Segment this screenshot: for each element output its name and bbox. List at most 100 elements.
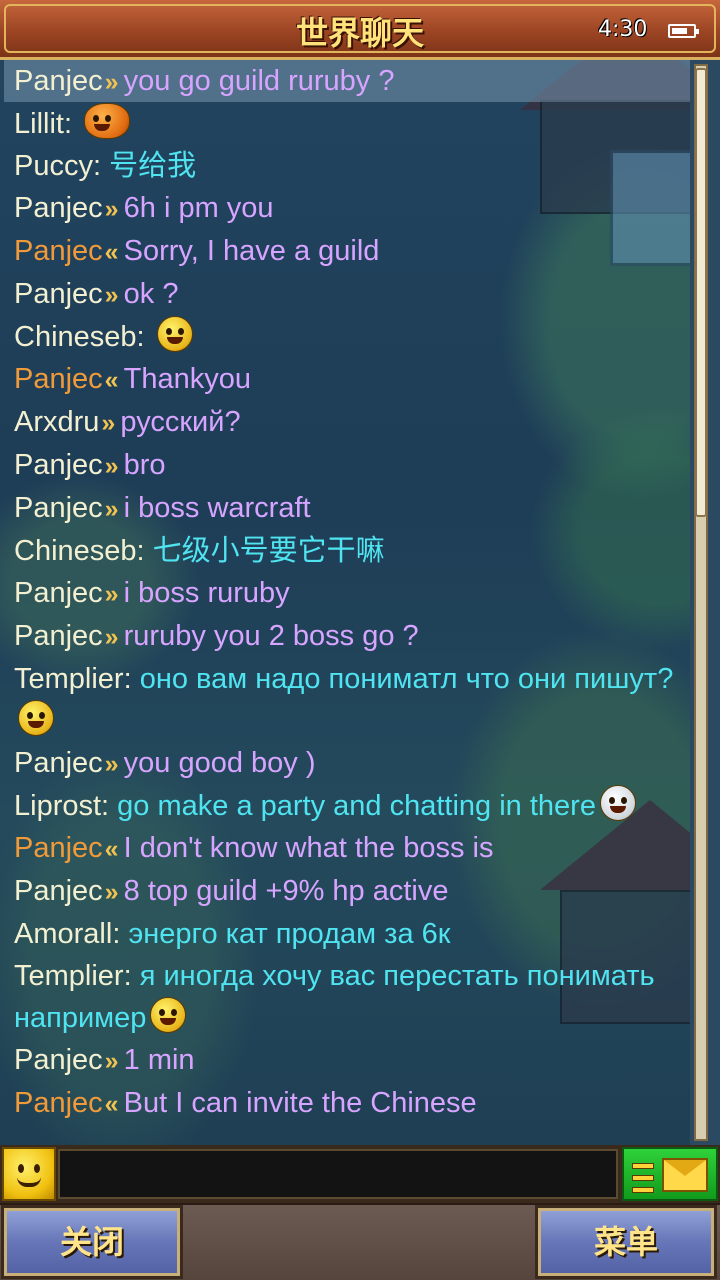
emoji-eye [177, 328, 184, 335]
name-separator: : [101, 790, 118, 822]
sender-name[interactable]: Templier [14, 663, 124, 695]
sender-name[interactable]: Chineseb [14, 535, 137, 567]
outgoing-whisper-icon: » [104, 623, 119, 651]
sender-name[interactable]: Panjec [14, 747, 103, 779]
sender-name[interactable]: Amorall [14, 918, 112, 950]
menu-button[interactable]: 菜单 [535, 1205, 717, 1279]
speed-lines-icon [632, 1163, 654, 1199]
chat-message[interactable]: Panjec» bro [14, 444, 684, 487]
name-separator: : [123, 663, 140, 695]
sender-name[interactable]: Panjec [14, 832, 103, 864]
chat-message[interactable]: Panjec» 1 min [14, 1039, 684, 1082]
chat-message[interactable]: Chineseb: 七级小号要它干嘛 [14, 530, 684, 572]
name-separator: : [92, 150, 110, 182]
sender-name[interactable]: Templier [14, 960, 124, 992]
message-text: Sorry, I have a guild [123, 235, 380, 267]
battery-level [672, 28, 687, 34]
chat-message[interactable]: Panjec» 8 top guild +9% hp active [14, 870, 684, 913]
sender-name[interactable]: Panjec [14, 65, 103, 97]
emoji-mouth [160, 1018, 177, 1025]
sender-name[interactable]: Panjec [14, 1044, 103, 1076]
outgoing-whisper-icon: » [104, 750, 119, 778]
sender-name[interactable]: Panjec [14, 449, 103, 481]
envelope-icon [662, 1158, 708, 1192]
chat-message[interactable]: Panjec» you good boy ) [14, 742, 684, 785]
outgoing-whisper-icon: » [101, 409, 115, 437]
smiley-eye [34, 1164, 40, 1173]
sender-name[interactable]: Panjec [14, 875, 103, 907]
name-separator: : [136, 321, 153, 353]
outgoing-whisper-icon: » [104, 195, 119, 223]
sender-name[interactable]: Panjec [14, 1087, 103, 1119]
message-list: Panjec» you go guild ruruby ? Lillit: Puc… [14, 60, 684, 1125]
emoji-picker-button[interactable] [2, 1147, 56, 1201]
chat-message[interactable]: Panjec» you go guild ruruby ? [14, 60, 684, 103]
battery-icon [668, 24, 699, 38]
chat-message[interactable]: Panjec« Sorry, I have a guild [14, 230, 684, 273]
scroll-thumb[interactable] [695, 68, 707, 517]
incoming-whisper-icon: « [104, 238, 119, 266]
laughing-emoji [150, 997, 187, 1033]
title-bar: 世界聊天 4:30 [0, 0, 720, 60]
chat-message[interactable]: Arxdru» русский? [14, 401, 684, 444]
message-text: 6h i pm you [123, 192, 274, 224]
chat-message[interactable]: Liprost: go make a party and chatting in… [14, 785, 684, 827]
emoji-mouth [28, 721, 44, 728]
emoji-mouth [166, 337, 183, 344]
emoji-eye [105, 115, 112, 122]
chat-message[interactable]: Chineseb: [14, 316, 684, 358]
name-separator: : [63, 108, 81, 140]
chat-message[interactable]: Panjec» ruruby you 2 boss go ? [14, 615, 684, 658]
chat-message[interactable]: Panjec» 6h i pm you [14, 187, 684, 230]
chat-message[interactable]: Panjec» i boss ruruby [14, 572, 684, 615]
sender-name[interactable]: Panjec [14, 492, 103, 524]
chat-message[interactable]: Panjec« Thankyou [14, 358, 684, 401]
sender-name[interactable]: Chineseb [14, 321, 137, 353]
sender-name[interactable]: Panjec [14, 192, 103, 224]
send-button[interactable] [622, 1147, 718, 1201]
sender-name[interactable]: Lillit [14, 108, 64, 140]
chat-log[interactable]: Panjec» you go guild ruruby ? Lillit: Puc… [0, 60, 720, 1145]
emoji-mouth [609, 806, 626, 813]
message-text: go make a party and chatting in there [117, 790, 596, 822]
outgoing-whisper-icon: » [104, 495, 119, 523]
outgoing-whisper-icon: » [104, 281, 119, 309]
message-text: 1 min [123, 1044, 195, 1076]
outgoing-whisper-icon: » [104, 452, 119, 480]
chat-message[interactable]: Panjec» ok ? [14, 273, 684, 316]
sender-name[interactable]: Panjec [14, 620, 103, 652]
input-bar [0, 1145, 720, 1203]
sender-name[interactable]: Arxdru [14, 406, 99, 438]
close-button[interactable]: 关闭 [1, 1205, 183, 1279]
chat-message[interactable]: Panjec« I don't know what the boss is [14, 827, 684, 870]
message-text: ruruby you 2 boss go ? [123, 620, 419, 652]
sender-name[interactable]: Puccy [14, 150, 93, 182]
sender-name[interactable]: Panjec [14, 363, 103, 395]
chat-message[interactable]: Panjec» i boss warcraft [14, 487, 684, 530]
message-text: оно вам надо пониматл что они пишут? [139, 663, 674, 695]
chat-message[interactable]: Amorall: энерго кат продам за 6к [14, 913, 684, 955]
emoji-eye [39, 712, 45, 719]
sender-name[interactable]: Liprost [14, 790, 101, 822]
message-text: Thankyou [123, 363, 251, 395]
chat-message[interactable]: Lillit: [14, 103, 684, 145]
name-separator: : [136, 535, 153, 567]
message-text: I don't know what the boss is [123, 832, 494, 864]
message-text: you good boy ) [123, 747, 316, 779]
chat-scrollbar[interactable] [690, 60, 720, 1145]
sender-name[interactable]: Panjec [14, 235, 103, 267]
message-text: энерго кат продам за 6к [128, 918, 451, 950]
chat-message[interactable]: Panjec« But I can invite the Chinese [14, 1082, 684, 1125]
chat-input[interactable] [58, 1149, 618, 1199]
chat-message[interactable]: Puccy: 号给我 [14, 145, 684, 187]
shocked-emoji [156, 316, 193, 352]
outgoing-whisper-icon: » [104, 580, 119, 608]
sender-name[interactable]: Panjec [14, 577, 103, 609]
sender-name[interactable]: Panjec [14, 278, 103, 310]
smiley-eye [18, 1164, 24, 1173]
pumpkin-emoji [84, 103, 131, 139]
incoming-whisper-icon: « [104, 1090, 119, 1118]
chat-message[interactable]: Templier: оно вам надо пониматл что они … [14, 658, 684, 742]
message-text: ok ? [123, 278, 179, 310]
chat-message[interactable]: Templier: я иногда хочу вас перестать по… [14, 955, 684, 1039]
